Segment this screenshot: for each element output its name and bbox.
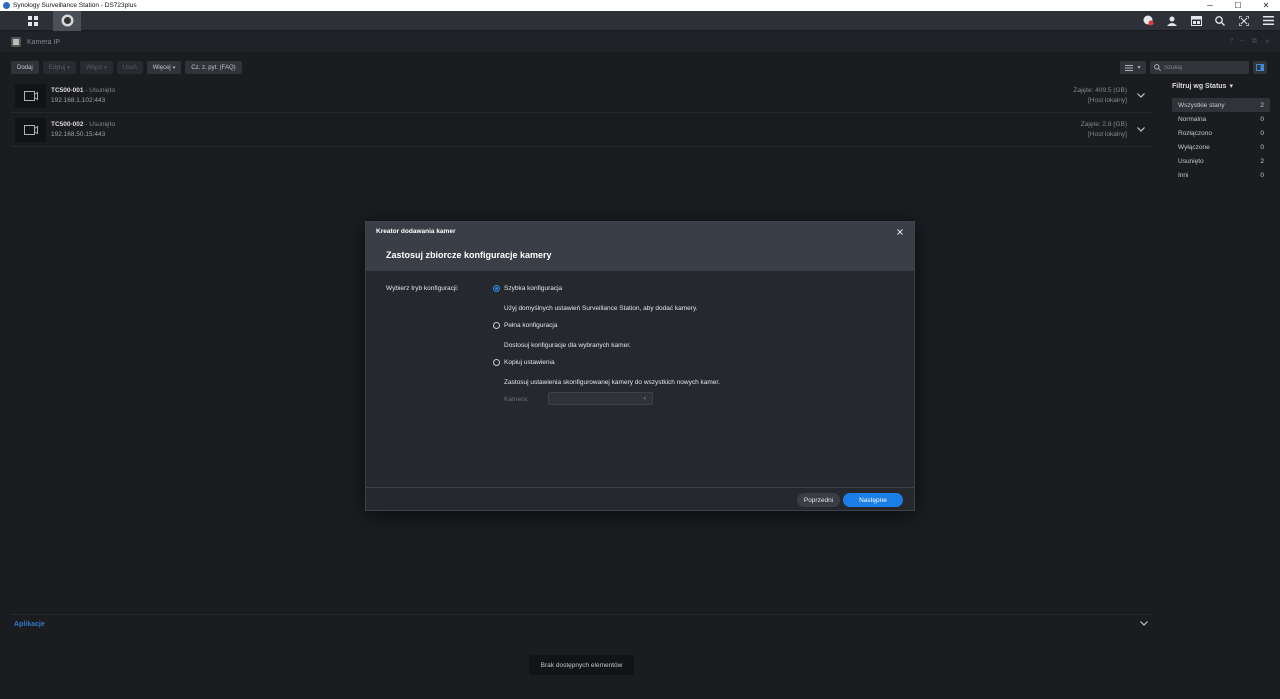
close-icon — [897, 229, 903, 235]
user-button[interactable] — [1160, 11, 1184, 31]
notification-button[interactable] — [1136, 11, 1160, 31]
option-description: Dostosuj konfiguracje dla wybranych kame… — [504, 342, 631, 349]
grid-icon — [28, 15, 38, 26]
options-menu-button[interactable] — [1256, 11, 1280, 31]
camera-select-label: Kamera: — [504, 396, 529, 403]
os-titlebar: Synology Surveillance Station - DS723plu… — [0, 0, 1280, 11]
chevron-down-icon: ▾ — [643, 395, 646, 402]
dialog-body: Wybierz tryb konfiguracji: Szybka konfig… — [366, 271, 914, 487]
widgets-icon — [1190, 15, 1202, 26]
option-label: Pełna konfiguracja — [504, 322, 558, 329]
dialog-header: Kreator dodawania kamer Zastosuj zbiorcz… — [366, 222, 914, 271]
camera-lens-icon — [61, 14, 73, 27]
option-description: Użyj domyślnych ustawień Surveillance St… — [504, 305, 698, 312]
option-description: Zastosuj ustawienia skonfigurowanej kame… — [504, 379, 721, 386]
widgets-button[interactable] — [1184, 11, 1208, 31]
dialog-footer: Poprzedni Następne — [366, 487, 914, 511]
config-mode-label: Wybierz tryb konfiguracji: — [386, 285, 459, 292]
search-icon — [1215, 15, 1225, 26]
search-button[interactable] — [1208, 11, 1232, 31]
hamburger-icon — [1262, 16, 1274, 25]
notification-icon — [1143, 15, 1153, 26]
option-copy-settings[interactable]: Kopiuj ustawienia — [493, 359, 555, 366]
radio-quick-config[interactable] — [493, 285, 500, 292]
option-label: Szybka konfiguracja — [504, 285, 563, 292]
dialog-close-button[interactable] — [895, 227, 905, 237]
fullscreen-icon — [1239, 15, 1249, 26]
user-icon — [1167, 16, 1177, 26]
radio-full-config[interactable] — [493, 322, 500, 329]
previous-button[interactable]: Poprzedni — [797, 493, 840, 507]
fullscreen-button[interactable] — [1232, 11, 1256, 31]
os-window-title: Synology Surveillance Station - DS723plu… — [13, 2, 137, 9]
camera-select[interactable]: ▾ — [548, 392, 653, 405]
next-button[interactable]: Następne — [843, 493, 903, 507]
radio-copy-settings[interactable] — [493, 359, 500, 366]
dialog-heading: Zastosuj zbiorcze konfiguracje kamery — [386, 250, 552, 260]
maximize-button[interactable]: ☐ — [1224, 0, 1252, 11]
option-label: Kopiuj ustawienia — [504, 359, 555, 366]
minimize-button[interactable]: ─ — [1196, 0, 1224, 11]
close-button[interactable]: ✕ — [1252, 0, 1280, 11]
dialog-caption: Kreator dodawania kamer — [376, 228, 456, 235]
main-menu-button[interactable] — [23, 12, 43, 30]
option-full-config[interactable]: Pełna konfiguracja — [493, 322, 557, 329]
synology-app-icon — [3, 2, 10, 9]
dsm-taskbar — [0, 10, 1280, 31]
taskbar-surveillance-app[interactable] — [53, 10, 81, 31]
os-window-controls: ─ ☐ ✕ — [1196, 0, 1280, 11]
add-camera-wizard-dialog: Kreator dodawania kamer Zastosuj zbiorcz… — [365, 221, 915, 511]
taskbar-right-tools — [1136, 11, 1280, 31]
option-quick-config[interactable]: Szybka konfiguracja — [493, 285, 562, 292]
